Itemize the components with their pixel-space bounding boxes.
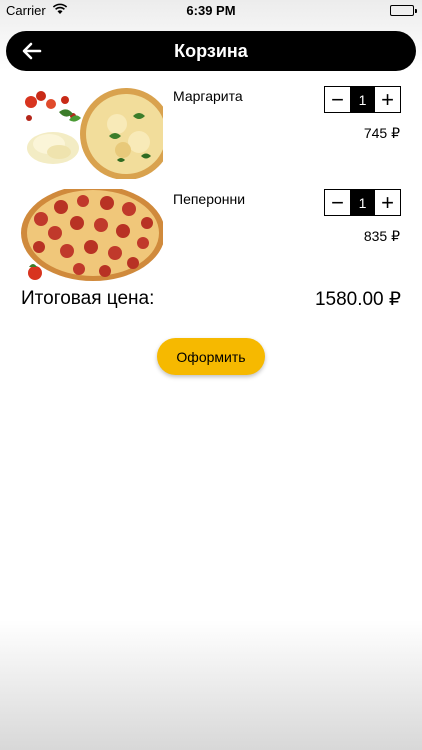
header-bar: Корзина <box>6 31 416 71</box>
item-name: Маргарита <box>173 88 243 104</box>
item-name: Пеперонни <box>173 191 246 207</box>
decrement-button[interactable]: − <box>325 87 350 112</box>
total-row: Итоговая цена: 1580.00 ₽ <box>21 288 401 312</box>
quantity-stepper: − 1 + <box>324 189 401 216</box>
item-price: 835 ₽ <box>363 228 400 244</box>
status-time: 6:39 PM <box>186 3 236 18</box>
item-price: 745 ₽ <box>363 125 400 141</box>
total-label: Итоговая цена: <box>21 288 155 309</box>
decrement-button[interactable]: − <box>325 190 350 215</box>
increment-button[interactable]: + <box>375 87 400 112</box>
cart-item: Пеперонни − 1 + 835 ₽ <box>0 189 422 284</box>
cart-item: Маргарита − 1 + 745 ₽ <box>0 86 422 181</box>
battery-icon <box>390 5 417 16</box>
total-value: 1580.00 ₽ <box>314 289 401 310</box>
quantity-value: 1 <box>350 87 375 112</box>
quantity-stepper: − 1 + <box>324 86 401 113</box>
page-title: Корзина <box>174 41 248 61</box>
margherita-pizza-image <box>21 86 163 179</box>
checkout-button[interactable]: Оформить <box>157 338 265 375</box>
pepperoni-pizza-image <box>21 189 163 282</box>
increment-button[interactable]: + <box>375 190 400 215</box>
quantity-value: 1 <box>350 190 375 215</box>
status-bar: Carrier 6:39 PM <box>0 0 422 22</box>
